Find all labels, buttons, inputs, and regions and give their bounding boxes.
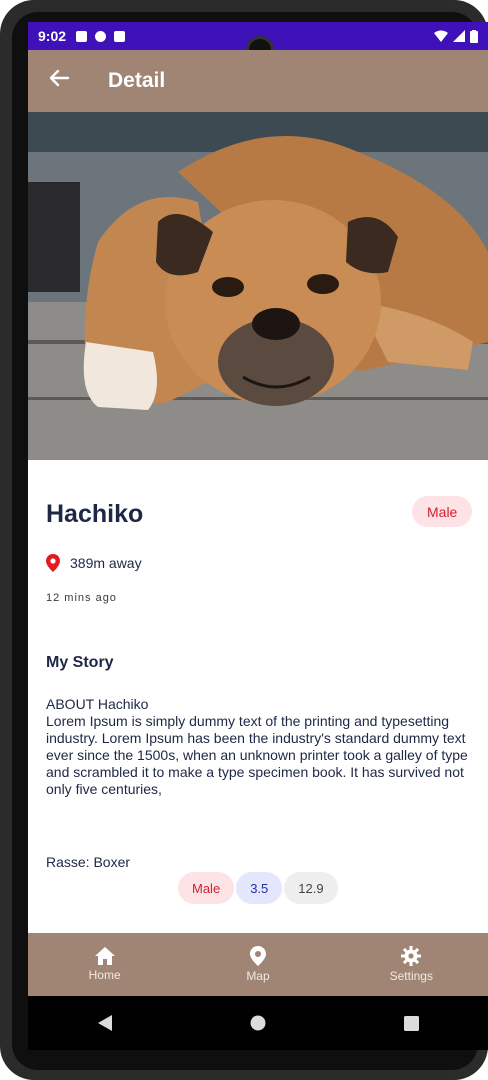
gender-chip: Male — [178, 872, 235, 904]
status-time: 9:02 — [38, 28, 67, 44]
back-triangle-icon[interactable] — [75, 1003, 135, 1043]
system-nav-bar — [28, 996, 488, 1050]
weight-chip: 12.9 — [284, 872, 338, 904]
app-notification-icon — [95, 30, 107, 42]
pet-name: Hachiko — [46, 500, 144, 528]
status-notification-icons — [76, 30, 126, 42]
status-system-icons — [434, 29, 478, 43]
home-icon — [94, 947, 115, 965]
nav-item-home[interactable]: Home — [50, 947, 160, 982]
gender-badge: Male — [412, 496, 473, 527]
home-circle-icon[interactable] — [228, 1003, 288, 1043]
nav-item-map[interactable]: Map — [203, 946, 313, 983]
story-title: My Story — [46, 654, 114, 671]
distance-row: 389m away — [46, 554, 142, 572]
nav-label-home: Home — [88, 968, 121, 982]
story-body: ABOUT Hachiko Lorem Ipsum is simply dumm… — [46, 696, 476, 798]
signal-icon — [453, 30, 465, 42]
dog-illustration — [28, 112, 488, 460]
app-bar: Detail — [28, 50, 488, 112]
bottom-nav: Home Map Settings — [28, 933, 488, 996]
page-title: Detail — [108, 69, 166, 92]
nav-label-settings: Settings — [389, 969, 433, 983]
wifi-icon — [434, 30, 448, 42]
location-pin-icon — [46, 554, 60, 572]
arrow-back-icon[interactable] — [48, 67, 80, 96]
story-heading: ABOUT Hachiko — [46, 696, 149, 712]
age-chip: 3.5 — [236, 872, 283, 904]
notification-icon — [76, 30, 88, 42]
nav-item-settings[interactable]: Settings — [356, 946, 466, 983]
recents-square-icon[interactable] — [381, 1003, 441, 1043]
story-text: Lorem Ipsum is simply dummy text of the … — [46, 713, 468, 797]
distance-text: 389m away — [70, 555, 142, 571]
map-pin-icon — [249, 946, 266, 966]
nav-label-map: Map — [246, 969, 270, 983]
breed-label: Rasse: Boxer — [46, 854, 131, 870]
battery-icon — [470, 29, 478, 43]
gear-icon — [401, 946, 422, 966]
phone-screen: 9:02 Detail Hachiko Male 389m away 12 mi… — [28, 22, 488, 1050]
sd-card-icon — [114, 30, 126, 42]
posted-time: 12 mins ago — [46, 592, 117, 604]
attribute-chips: Male 3.5 12.9 — [178, 872, 338, 904]
pet-photo — [28, 112, 488, 460]
